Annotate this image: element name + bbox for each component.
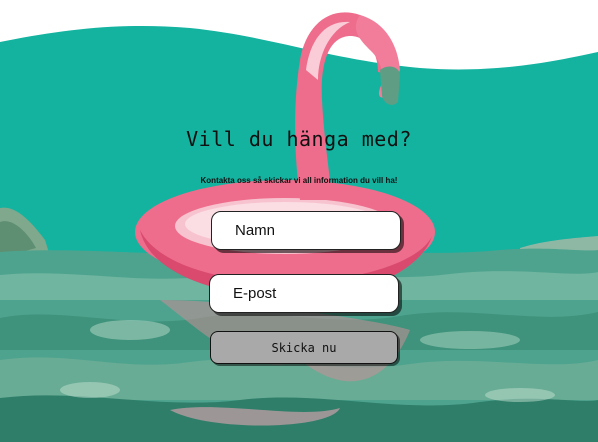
page-subtitle: Kontakta oss så skickar vi all informati… — [200, 176, 398, 185]
name-input[interactable] — [211, 211, 401, 250]
page-title: Vill du hänga med? — [186, 127, 412, 151]
submit-button[interactable]: Skicka nu — [210, 331, 398, 364]
email-input[interactable] — [209, 274, 399, 313]
